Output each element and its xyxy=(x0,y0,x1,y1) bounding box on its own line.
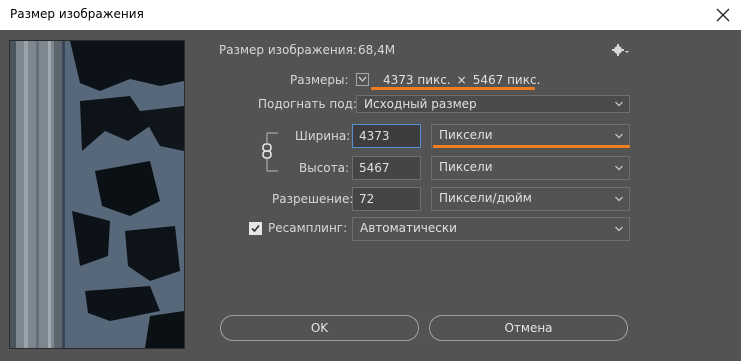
fit-to-label: Подогнать под: xyxy=(258,97,357,111)
ok-button[interactable]: OK xyxy=(220,315,419,341)
resolution-label: Разрешение: xyxy=(272,192,354,206)
width-unit-highlight xyxy=(433,145,630,148)
width-unit-value: Пиксели xyxy=(439,128,493,142)
resolution-unit-select[interactable]: Пиксели/дюйм xyxy=(431,187,630,211)
dimensions-toggle[interactable] xyxy=(356,73,369,86)
dimensions-width: 4373 пикс. xyxy=(383,73,451,87)
chevron-down-icon xyxy=(615,133,623,139)
chevron-down-icon xyxy=(615,101,623,107)
resample-value: Автоматически xyxy=(360,221,457,235)
title-bar: Размер изображения xyxy=(0,0,741,30)
height-unit-select[interactable]: Пиксели xyxy=(431,156,630,180)
window-title: Размер изображения xyxy=(10,7,144,21)
chevron-down-icon xyxy=(615,165,623,171)
image-size-value: 68,4М xyxy=(358,43,396,57)
dimensions-label: Размеры: xyxy=(290,73,349,87)
dimensions-highlight xyxy=(371,87,535,90)
resample-select[interactable]: Автоматически xyxy=(352,217,630,241)
resample-checkbox[interactable] xyxy=(249,222,262,235)
dimensions-height: 5467 пикс. xyxy=(472,73,541,87)
height-unit-value: Пиксели xyxy=(439,160,493,174)
width-field[interactable] xyxy=(352,124,421,148)
image-preview xyxy=(9,40,185,349)
resolution-field[interactable] xyxy=(352,187,421,211)
cancel-button[interactable]: Отмена xyxy=(429,315,628,341)
link-icon[interactable] xyxy=(261,143,273,159)
chevron-down-icon xyxy=(615,196,623,202)
dimensions-readout: 4373 пикс. × 5467 пикс. xyxy=(383,73,540,87)
width-label: Ширина: xyxy=(295,129,351,143)
resample-label: Ресамплинг: xyxy=(268,221,348,235)
image-size-label: Размер изображения: xyxy=(219,43,357,57)
gear-icon[interactable] xyxy=(612,43,630,57)
height-label: Высота: xyxy=(299,161,350,175)
fit-to-value: Исходный размер xyxy=(364,97,477,111)
chevron-down-icon xyxy=(615,226,623,232)
resolution-unit-value: Пиксели/дюйм xyxy=(439,191,532,205)
dimensions-times: × xyxy=(456,73,467,87)
close-icon[interactable] xyxy=(711,3,735,27)
height-field[interactable] xyxy=(352,156,421,180)
fit-to-select[interactable]: Исходный размер xyxy=(356,95,630,113)
